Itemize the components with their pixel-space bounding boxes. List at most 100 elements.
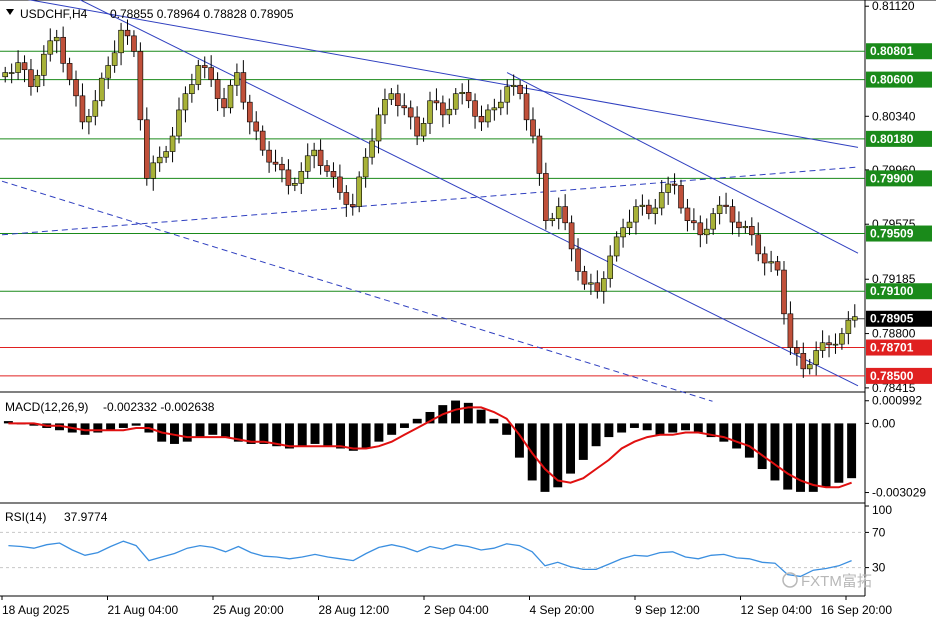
macd-title: MACD(12,26,9) — [5, 400, 88, 414]
candle-bull — [118, 29, 124, 54]
rsi-value: 37.9774 — [64, 510, 108, 524]
candle-bull — [588, 282, 594, 285]
candle-bear — [401, 105, 408, 109]
macd-bar — [361, 423, 371, 449]
candle-bull — [111, 52, 118, 66]
candle-bull — [510, 84, 517, 87]
candle-bull — [156, 156, 163, 164]
price-tick-label: 0.78800 — [872, 327, 916, 341]
candle-bull — [710, 213, 716, 230]
candle-bull — [742, 226, 749, 229]
macd-bar — [821, 423, 831, 488]
candle-bull — [2, 72, 9, 78]
candle-bull — [311, 149, 317, 157]
candle-bear — [266, 149, 272, 163]
macd-bar — [540, 423, 550, 492]
candle-bull — [703, 228, 710, 236]
candle-bear — [285, 169, 292, 186]
candle-bear — [349, 204, 356, 207]
rsi-title: RSI(14) — [5, 510, 46, 524]
symbol-label[interactable]: USDCHF,H4 — [20, 7, 88, 21]
level-value-label: 0.78701 — [870, 341, 914, 355]
candle-bull — [819, 342, 826, 351]
macd-bar — [195, 423, 205, 438]
candle-bull — [658, 192, 665, 209]
symbol-dropdown-icon[interactable] — [6, 9, 14, 15]
macd-bar — [757, 423, 767, 470]
macd-values: -0.002332 -0.002638 — [103, 400, 215, 414]
candle-bull — [639, 204, 646, 207]
rsi-tick-label: 30 — [872, 561, 886, 575]
candle-bull — [504, 86, 511, 103]
candle-bull — [652, 207, 659, 214]
candle-bear — [794, 347, 800, 354]
macd-bar — [732, 423, 742, 449]
price-tick-label: 0.81120 — [872, 0, 915, 13]
candle-bear — [337, 176, 343, 193]
candle-bear — [761, 253, 768, 264]
candle-bull — [362, 156, 369, 178]
candle-bull — [163, 151, 169, 158]
macd-bar — [847, 423, 857, 479]
candle-bear — [568, 222, 575, 250]
candle-bear — [671, 183, 678, 186]
candle-bear — [317, 149, 324, 166]
candle-bull — [716, 204, 723, 214]
level-value-label: 0.80180 — [870, 132, 914, 146]
candle-bull — [8, 72, 15, 74]
level-value-label: 0.79900 — [870, 171, 914, 185]
candle-bull — [375, 114, 382, 142]
candle-bull — [851, 316, 858, 321]
price-tick-label: 0.80340 — [872, 109, 916, 123]
candle-bear — [221, 98, 227, 109]
macd-bar — [693, 423, 703, 433]
macd-bar — [783, 423, 793, 490]
candle-bear — [800, 353, 807, 370]
chart-canvas: 0.811200.803400.799600.795750.791850.788… — [0, 0, 936, 617]
level-value-label: 0.80801 — [870, 44, 914, 58]
trend-line-dashed — [1, 166, 859, 236]
candle-bear — [272, 161, 279, 165]
candle-bull — [150, 162, 157, 179]
candle-bull — [292, 183, 298, 186]
macd-bar — [489, 418, 499, 424]
candle-bear — [214, 79, 221, 99]
candle-bear — [523, 93, 530, 121]
rsi-tick-label: 100 — [872, 503, 892, 517]
candle-bull — [234, 72, 240, 86]
candle-bear — [407, 107, 414, 118]
candle-bull — [182, 93, 189, 111]
candle-bull — [845, 319, 852, 334]
candle-bull — [298, 171, 305, 184]
macd-bar — [476, 409, 486, 424]
candle-bear — [684, 207, 691, 221]
candle-bear — [749, 226, 755, 236]
candle-bear — [144, 119, 150, 179]
candle-bear — [697, 222, 704, 236]
candle-bull — [768, 261, 774, 264]
macd-bar — [617, 423, 627, 433]
candle-bull — [195, 65, 202, 85]
level-value-label: 0.78905 — [870, 312, 914, 326]
trend-lines — [1, 0, 859, 402]
candle-bear — [279, 163, 285, 171]
candle-bear — [73, 79, 79, 97]
time-tick-label: 18 Aug 2025 — [2, 603, 70, 617]
candle-bear — [781, 269, 787, 315]
candle-bear — [124, 29, 131, 37]
candle-bull — [497, 101, 504, 109]
candle-bull — [633, 206, 639, 223]
macd-bar — [770, 423, 780, 481]
candle-bull — [86, 115, 92, 123]
macd-bar — [808, 423, 818, 492]
macd-bar — [591, 423, 601, 447]
candle-bear — [240, 72, 247, 103]
candle-bear — [253, 121, 260, 132]
candle-bull — [665, 183, 671, 193]
candle-bull — [356, 176, 363, 207]
time-axis: 18 Aug 2025 21 Aug 04:00 25 Aug 20:00 28 Au… — [1, 596, 892, 617]
candle-bull — [446, 108, 453, 116]
trend-line — [79, 0, 859, 387]
macd-bar — [310, 423, 320, 444]
quote-label: 0.78855 0.78964 0.78828 0.78905 — [110, 7, 294, 21]
